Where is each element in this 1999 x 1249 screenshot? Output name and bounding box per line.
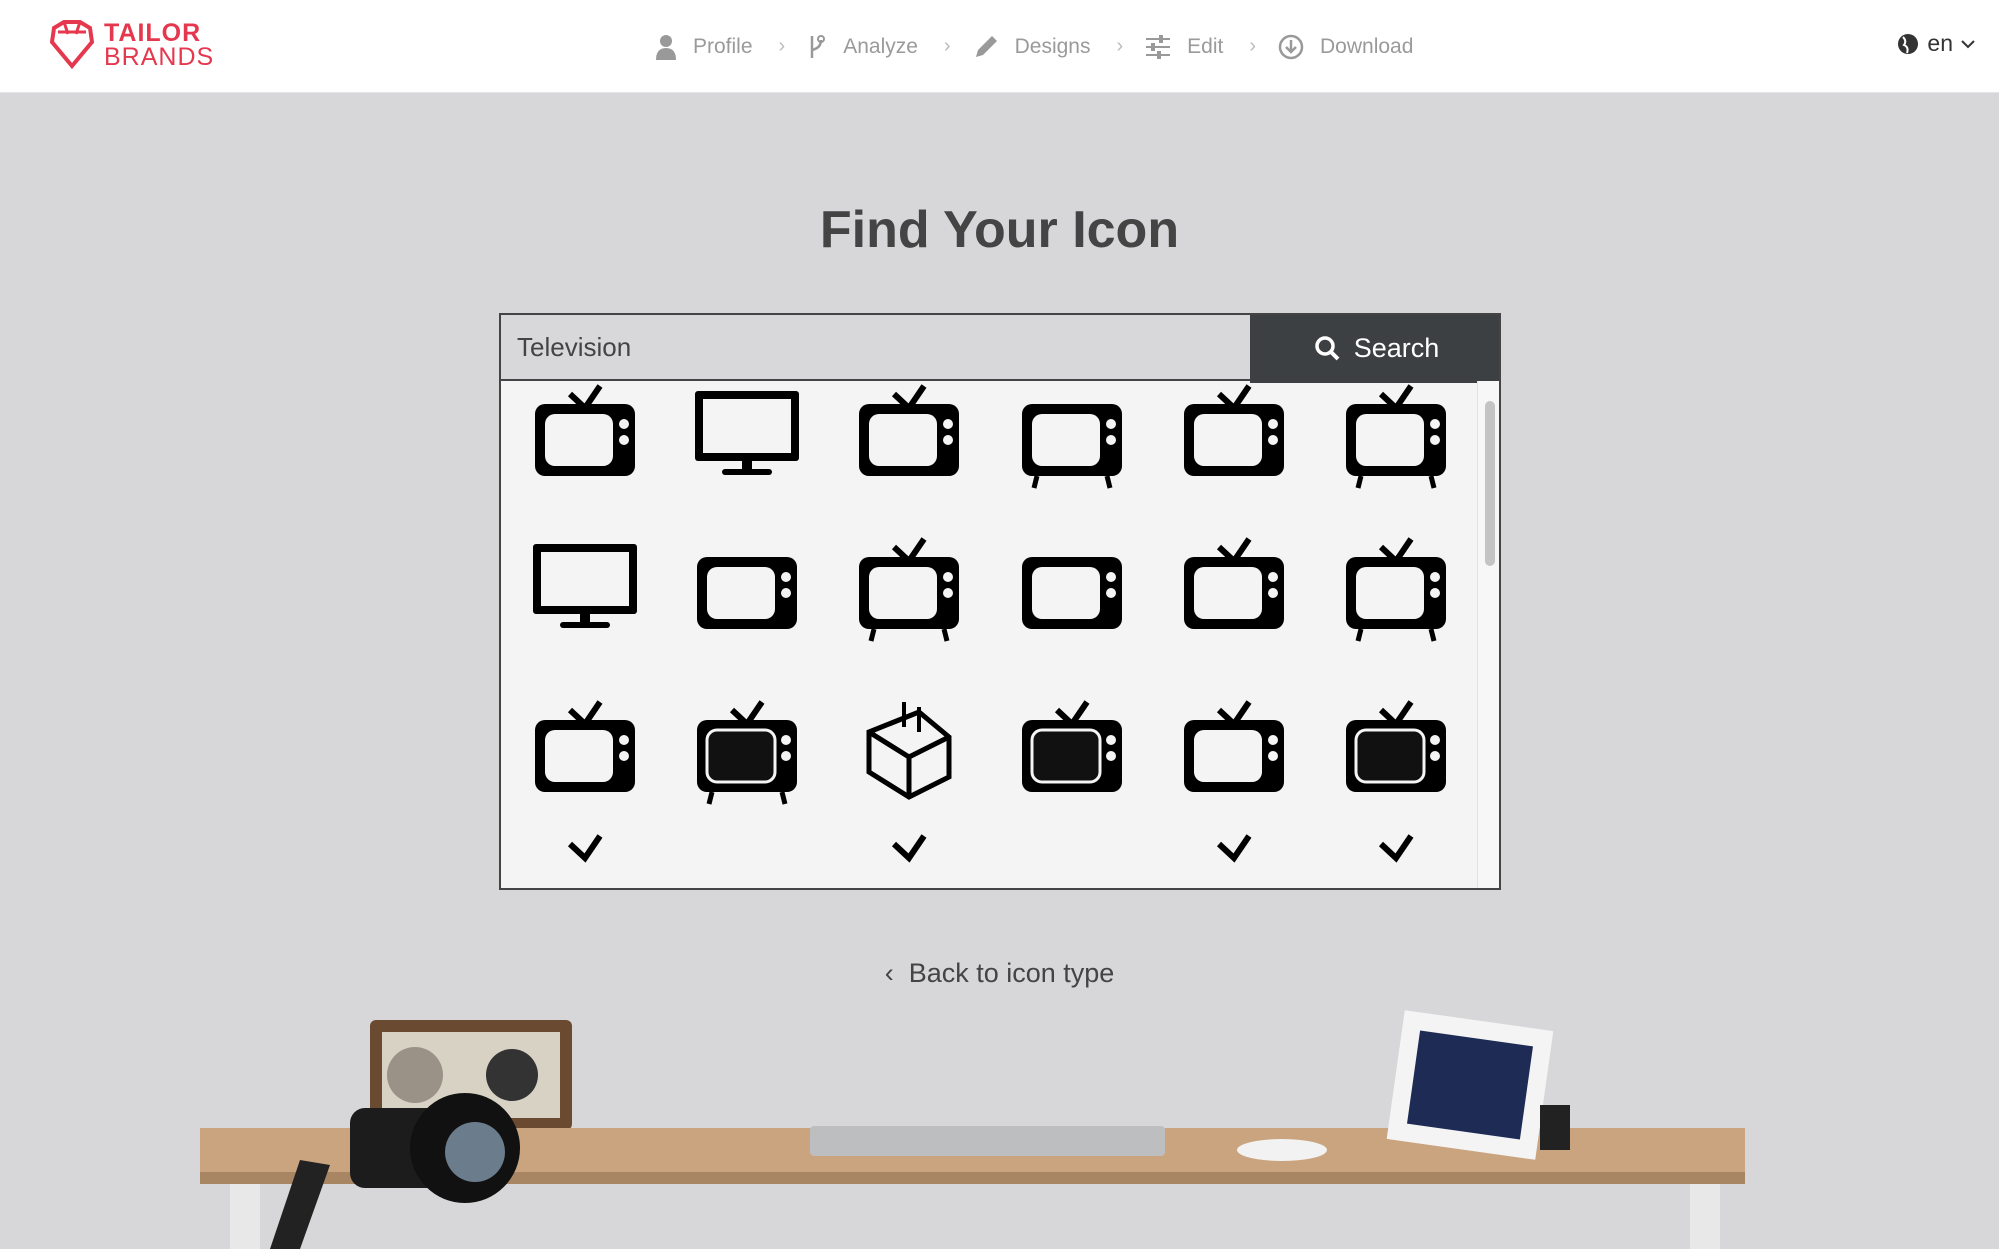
monitor-large-icon[interactable]: [525, 529, 645, 639]
tv-wide-antenna-icon[interactable]: [1336, 529, 1456, 642]
monitor-icon[interactable]: [687, 376, 807, 486]
tv-partial-icon[interactable]: [1336, 826, 1456, 888]
page-title: Find Your Icon: [819, 201, 1180, 259]
tv-partial-icon[interactable]: [1012, 826, 1132, 888]
computer-terminal-icon[interactable]: [1336, 692, 1456, 802]
step-edit[interactable]: Edit ›: [1145, 34, 1256, 59]
step-label: Analyze: [843, 34, 918, 58]
globe-icon: [1898, 33, 1919, 54]
tv-outline-antenna-icon[interactable]: [1012, 529, 1132, 639]
laptop-image: [810, 1126, 1165, 1156]
step-label: Profile: [693, 34, 753, 58]
step-profile[interactable]: Profile ›: [655, 34, 785, 60]
photo-frame-image: [1386, 1010, 1554, 1160]
tv-crt-legs-icon[interactable]: [849, 529, 969, 642]
tv-isometric-icon[interactable]: [849, 692, 969, 802]
icon-results-grid: [501, 381, 1477, 888]
language-value: en: [1927, 30, 1953, 56]
heart-shield-icon: [49, 20, 95, 70]
tv-legs-icon[interactable]: [1012, 376, 1132, 489]
tv-screen-filled-icon[interactable]: [1012, 692, 1132, 802]
progress-steps: Profile › Analyze › Designs › Edit › Downloa…: [655, 0, 1435, 93]
brand-line1: TAILOR: [104, 19, 202, 47]
step-label: Designs: [1014, 34, 1091, 58]
tv-antenna-block-icon[interactable]: [1174, 376, 1294, 486]
brand-logo[interactable]: TAILOR BRANDS: [48, 20, 214, 70]
tv-retro-icon[interactable]: [525, 376, 645, 486]
tv-partial-icon[interactable]: [687, 826, 807, 888]
step-download[interactable]: Download: [1278, 34, 1413, 60]
results-scrollbar[interactable]: [1477, 381, 1499, 888]
user-icon: [656, 34, 676, 60]
search-button-label: Search: [1353, 332, 1440, 363]
language-selector[interactable]: en: [1897, 30, 1975, 57]
search-button[interactable]: Search: [1250, 315, 1499, 383]
pencil-icon: [975, 35, 997, 57]
tv-partial-icon[interactable]: [849, 826, 969, 888]
icon-search-panel: Search: [499, 313, 1501, 890]
mouse-image: [1237, 1139, 1327, 1161]
branch-icon: [810, 34, 826, 58]
step-analyze[interactable]: Analyze ›: [807, 34, 951, 60]
chevron-right-icon: ›: [1249, 35, 1256, 57]
brand-line2: BRANDS: [104, 43, 215, 71]
search-input[interactable]: [501, 315, 1250, 381]
tv-panel-vintage-icon[interactable]: [687, 692, 807, 805]
step-designs[interactable]: Designs ›: [973, 34, 1124, 60]
top-bar: TAILOR BRANDS Profile › Analyze › Designs › …: [0, 0, 1999, 93]
tv-vintage-dials-icon[interactable]: [1336, 376, 1456, 489]
back-link-label: Back to icon type: [908, 958, 1115, 988]
chevron-down-icon: [1961, 39, 1975, 48]
tv-partial-icon[interactable]: [1174, 826, 1294, 888]
chevron-right-icon: ›: [778, 35, 786, 57]
chevron-left-icon: ‹: [884, 958, 909, 988]
search-icon: [1314, 336, 1340, 361]
back-link[interactable]: ‹ Back to icon type: [0, 958, 1999, 989]
sliders-icon: [1146, 34, 1171, 59]
download-icon: [1278, 34, 1304, 59]
chevron-right-icon: ›: [1116, 35, 1124, 57]
step-label: Download: [1320, 34, 1414, 58]
chevron-right-icon: ›: [943, 35, 951, 57]
tv-small-antenna-icon[interactable]: [687, 529, 807, 639]
tv-on-stand-icon[interactable]: [1174, 529, 1294, 639]
tv-rounded-icon[interactable]: [849, 376, 969, 486]
tv-dials-round-icon[interactable]: [1174, 692, 1294, 802]
tv-rabbit-ears-icon[interactable]: [525, 692, 645, 802]
scrollbar-thumb[interactable]: [1485, 401, 1495, 566]
tv-partial-icon[interactable]: [525, 826, 645, 888]
desk-scene-illustration: [200, 1010, 1745, 1249]
step-label: Edit: [1187, 34, 1224, 58]
